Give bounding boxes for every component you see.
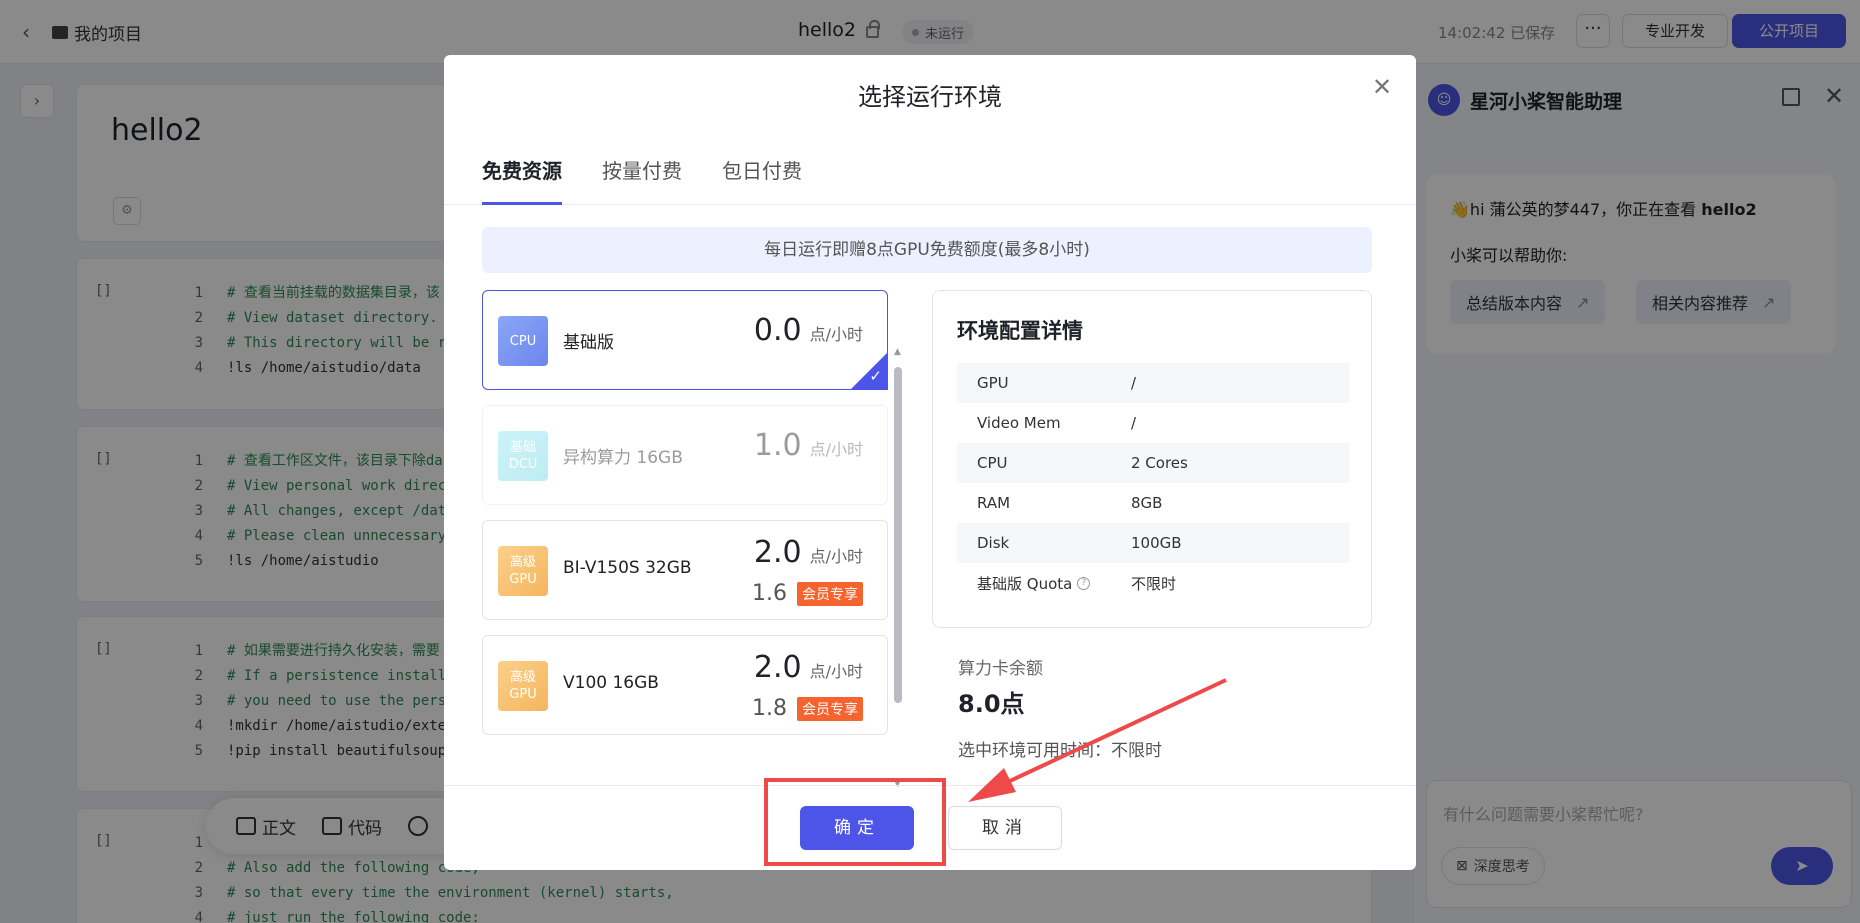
- price-value: 2.0: [753, 535, 802, 570]
- env-option-bi-v150s[interactable]: 高级 GPU BI-V150S 32GB 2.0 点/小时 1.6 会员专享: [482, 520, 888, 620]
- price-unit: 点/小时: [809, 662, 863, 681]
- dcu-icon: 基础 DCU: [498, 431, 548, 481]
- dialog-title: 选择运行环境: [858, 83, 1002, 111]
- env-name: V100 16GB: [563, 673, 659, 693]
- env-name: 基础版: [563, 333, 614, 353]
- env-name: 异构算力 16GB: [563, 448, 683, 468]
- env-option-dcu: 基础 DCU 异构算力 16GB 1.0 点/小时: [482, 405, 888, 505]
- detail-value: 2 Cores: [1131, 454, 1188, 472]
- detail-value: /: [1131, 414, 1137, 432]
- detail-row: RAM 8GB: [957, 483, 1349, 523]
- help-icon[interactable]: ?: [1077, 576, 1091, 590]
- vip-price: 1.6 会员专享: [752, 581, 863, 606]
- env-option-v100[interactable]: 高级 GPU V100 16GB 2.0 点/小时 1.8 会员专享: [482, 635, 888, 735]
- scroll-thumb[interactable]: [894, 367, 902, 703]
- scroll-up-icon[interactable]: ▲: [894, 347, 901, 357]
- detail-row: Video Mem /: [957, 403, 1349, 443]
- price-unit: 点/小时: [809, 440, 863, 459]
- detail-value: /: [1131, 374, 1137, 392]
- detail-key: 基础版 Quota: [977, 574, 1073, 593]
- detail-key: GPU: [977, 374, 1009, 392]
- env-name: BI-V150S 32GB: [563, 558, 692, 578]
- detail-key: Disk: [977, 534, 1010, 552]
- run-env-dialog: 选择运行环境 ✕ 免费资源 按量付费 包日付费 每日运行即赠8点GPU免费额度(…: [444, 55, 1416, 870]
- detail-key: Video Mem: [977, 414, 1061, 432]
- check-icon: ✓: [869, 367, 882, 385]
- price-value: 1.0: [753, 428, 802, 463]
- vip-badge: 会员专享: [797, 581, 863, 606]
- price-unit: 点/小时: [809, 547, 863, 566]
- billing-tabs: 免费资源 按量付费 包日付费: [444, 155, 1416, 205]
- annotation-highlight-box: [764, 778, 946, 866]
- env-detail-panel: 环境配置详情 GPU / Video Mem / CPU 2 Cores RAM 8GB…: [932, 290, 1372, 628]
- env-price: 2.0 点/小时: [754, 535, 863, 570]
- tab-free-resources[interactable]: 免费资源: [482, 155, 562, 205]
- price-value: 0.0: [753, 313, 802, 348]
- detail-row: CPU 2 Cores: [957, 443, 1349, 483]
- price-unit: 点/小时: [809, 325, 863, 344]
- free-quota-banner: 每日运行即赠8点GPU免费额度(最多8小时): [482, 227, 1372, 273]
- detail-value: 不限时: [1131, 574, 1177, 593]
- detail-value: 100GB: [1131, 534, 1182, 552]
- detail-title: 环境配置详情: [957, 319, 1083, 343]
- detail-value: 8GB: [1131, 494, 1163, 512]
- vip-price-value: 1.6: [752, 581, 787, 606]
- detail-key-quota: 基础版 Quota?: [957, 573, 1131, 594]
- env-price: 1.0 点/小时: [754, 428, 863, 463]
- detail-row: 基础版 Quota? 不限时: [957, 563, 1349, 603]
- cpu-icon: CPU: [498, 316, 548, 366]
- env-option-basic[interactable]: CPU 基础版 0.0 点/小时 ✓: [482, 290, 888, 390]
- dialog-close-icon[interactable]: ✕: [1372, 73, 1392, 101]
- vip-price-value: 1.8: [752, 696, 787, 721]
- detail-key: CPU: [977, 454, 1008, 472]
- vip-price: 1.8 会员专享: [752, 696, 863, 721]
- tab-daily-plan[interactable]: 包日付费: [722, 155, 802, 205]
- env-price: 2.0 点/小时: [754, 650, 863, 685]
- vip-badge: 会员专享: [797, 696, 863, 721]
- tab-pay-as-you-go[interactable]: 按量付费: [602, 155, 682, 205]
- detail-row: GPU /: [957, 363, 1349, 403]
- annotation-arrow: [968, 678, 1227, 802]
- env-price: 0.0 点/小时: [754, 313, 863, 348]
- detail-table: GPU / Video Mem / CPU 2 Cores RAM 8GB Disk 10…: [957, 363, 1349, 603]
- detail-key: RAM: [977, 494, 1011, 512]
- gpu-icon: 高级 GPU: [498, 546, 548, 596]
- gpu-icon: 高级 GPU: [498, 661, 548, 711]
- detail-row: Disk 100GB: [957, 523, 1349, 563]
- price-value: 2.0: [753, 650, 802, 685]
- env-list-scrollbar[interactable]: ▲ ▼: [894, 347, 902, 799]
